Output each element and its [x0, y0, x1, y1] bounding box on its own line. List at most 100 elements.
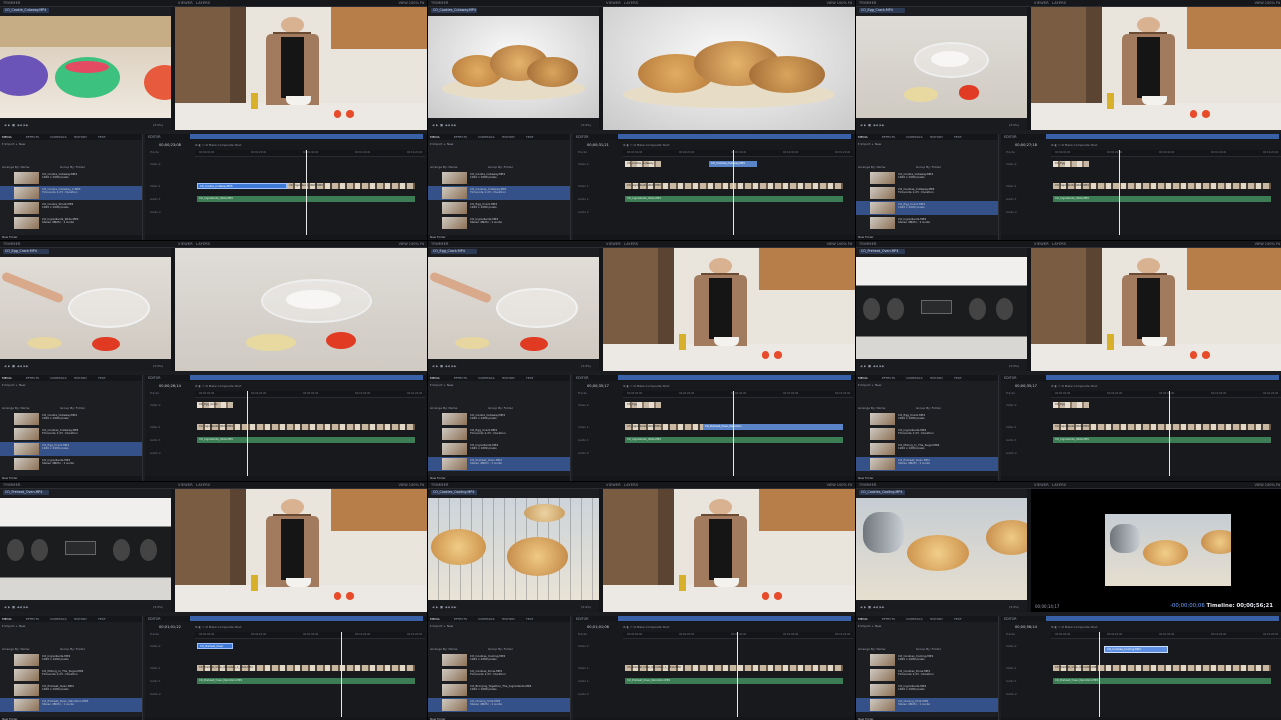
transport-controls[interactable]: ◀ ▶ ■ ◀◀ ▶▶: [860, 605, 885, 609]
media-tab-effects[interactable]: EFFECTS: [882, 617, 895, 621]
transport-controls[interactable]: ◀ ▶ ■ ◀◀ ▶▶: [432, 123, 457, 127]
media-list-item[interactable]: CO_Cookie_Cutaway.MP4 1920 x 1080 pixels: [856, 171, 998, 185]
media-tab-text[interactable]: TEXT: [98, 376, 106, 380]
media-tab-controls[interactable]: CONTROLS: [906, 135, 923, 139]
playhead[interactable]: [1119, 150, 1120, 238]
trimmer-clip-tab[interactable]: CO_Egg_Crack.MP4: [3, 249, 49, 254]
playhead[interactable]: [247, 391, 248, 479]
media-tab-controls[interactable]: CONTROLS: [478, 376, 495, 380]
media-tab-media[interactable]: MEDIA: [858, 617, 868, 621]
media-toolbar[interactable]: ▾ Import + New: [2, 383, 25, 387]
media-list-item[interactable]: CO_Cookies_Cutaway.MP4 Timecode 1:23 ; Du…: [0, 427, 142, 441]
media-tab-effects[interactable]: EFFECTS: [454, 617, 467, 621]
timeline-clip[interactable]: CO_Preheat_Oven_Narration_1_Wide.MP4: [197, 665, 415, 671]
media-list-item[interactable]: CO_Egg_Crack.MP4 Timecode 1:23 ; Duration: [428, 427, 570, 441]
media-tab-controls[interactable]: CONTROLS: [478, 617, 495, 621]
composite-shot-button[interactable]: ⚙ ◐ ✂ ⧉ Make Composite Shot: [623, 143, 669, 147]
trimmer-clip-tab[interactable]: CO_Cookies_Cutaway.MP4: [431, 8, 477, 13]
media-tab-history[interactable]: HISTORY: [930, 135, 943, 139]
media-toolbar[interactable]: ▾ Import + New: [430, 142, 453, 146]
group-by[interactable]: Group By: Folder: [488, 165, 513, 169]
transport-controls[interactable]: ◀ ▶ ■ ◀◀ ▶▶: [860, 123, 885, 127]
media-tab-media[interactable]: MEDIA: [2, 617, 12, 621]
timeline-ruler[interactable]: 00:00:00;00 00:00:20;00 00:00:40;00 00:01:0…: [195, 632, 425, 639]
timeline-clip[interactable]: CO_Cookie_Cutaway: [625, 161, 661, 167]
media-tab-history[interactable]: HISTORY: [930, 376, 943, 380]
media-tab-effects[interactable]: EFFECTS: [454, 135, 467, 139]
media-list-item[interactable]: CO_Egg_Crack.MP4 1920 x 1080 pixels: [856, 201, 998, 215]
group-by[interactable]: Group By: Folder: [916, 165, 941, 169]
viewer-menu[interactable]: VIEW 100% Fit: [827, 242, 852, 246]
transport-controls[interactable]: ◀ ▶ ■ ◀◀ ▶▶: [4, 123, 29, 127]
timeline-clip[interactable]: CO_Preheat_Oven_Narration: [703, 424, 843, 430]
group-by[interactable]: Group By: Folder: [916, 406, 941, 410]
media-tab-text[interactable]: TEXT: [526, 617, 534, 621]
playhead[interactable]: [733, 391, 734, 479]
media-list-item[interactable]: CO_Cookies_Cutaway.MP4 Timecode 1:23 ; Du…: [856, 186, 998, 200]
media-list-item[interactable]: CO_Cookies_Done.MP4 Timecode 1:23 ; Durat…: [428, 668, 570, 682]
media-list-item[interactable]: CO_Preheat_Oven_Narration.MP4 Stereo 48kH…: [0, 698, 142, 712]
transport-controls[interactable]: ◀ ▶ ■ ◀◀ ▶▶: [4, 605, 29, 609]
media-list-item[interactable]: CO_Ingredients.MP4 Stereo 48kHz ; 1 Audio: [0, 457, 142, 471]
timeline-clip[interactable]: CO_Ingredients_Wide.MP4: [625, 196, 843, 202]
media-tab-media[interactable]: MEDIA: [858, 376, 868, 380]
arrange-by[interactable]: Arrange By: Name: [858, 406, 885, 410]
viewer-menu[interactable]: VIEW 100% Fit: [827, 1, 852, 5]
composite-shot-button[interactable]: ⚙ ◐ ✂ ⧉ Make Composite Shot: [623, 625, 669, 629]
media-tab-controls[interactable]: CONTROLS: [50, 376, 67, 380]
media-list-item[interactable]: CO_Egg_Crack.MP4 1920 x 1080 pixels: [428, 201, 570, 215]
composite-shot-button[interactable]: ⚙ ◐ ✂ ⧉ Make Composite Shot: [195, 143, 241, 147]
media-tab-text[interactable]: TEXT: [954, 617, 962, 621]
media-list-item[interactable]: CO_Cookies_Done.MP4 Timecode 1:23 ; Durat…: [856, 668, 998, 682]
media-toolbar[interactable]: ▾ Import + New: [2, 624, 25, 628]
trimmer-clip-tab[interactable]: CO_Egg_Crack.MP4: [859, 8, 905, 13]
media-tab-media[interactable]: MEDIA: [2, 135, 12, 139]
media-list-item[interactable]: CO_Cookie_Shoot.MP4 1920 x 1080 pixels: [0, 201, 142, 215]
media-list-item[interactable]: CO_Egg_Crack.MP4 1920 x 1080 pixels: [0, 442, 142, 456]
timeline-clip[interactable]: CO_Ingredients_Wide.MP4: [1053, 183, 1271, 189]
timeline-clip[interactable]: CO_Egg: [1053, 402, 1089, 408]
viewer-menu[interactable]: VIEW 100% Fit: [399, 483, 424, 487]
media-list-item[interactable]: CO_Cookie_Cutaway.MP4 1920 x 1080 pixels: [428, 171, 570, 185]
media-list-item[interactable]: CO_Ingredients_Wide.MP4 Stereo 48kHz ; 1 …: [0, 216, 142, 230]
viewer-menu[interactable]: VIEW 100% Fit: [1255, 483, 1280, 487]
timeline-clip[interactable]: CO_Preheat_Oven: [197, 643, 233, 649]
timeline-ruler[interactable]: 00:00:00;00 00:00:20;00 00:00:40;00 00:01:0…: [1051, 150, 1281, 157]
timeline-clip[interactable]: CO_Ingredients_Wide.MP4: [625, 183, 843, 189]
media-toolbar[interactable]: ▾ Import + New: [430, 624, 453, 628]
timeline-clip[interactable]: CO_Egg: [625, 402, 661, 408]
media-tab-effects[interactable]: EFFECTS: [26, 135, 39, 139]
media-tab-history[interactable]: HISTORY: [930, 617, 943, 621]
media-tab-history[interactable]: HISTORY: [74, 376, 87, 380]
media-list-item[interactable]: CO_Preheat_Oven.MP4 Stereo 48kHz ; 1 Audi…: [856, 457, 998, 471]
trimmer-clip-tab[interactable]: CO_Preheat_Oven.MP4: [3, 490, 49, 495]
composite-shot-button[interactable]: ⚙ ◐ ✂ ⧉ Make Composite Shot: [1051, 625, 1097, 629]
arrange-by[interactable]: Arrange By: Name: [430, 165, 457, 169]
media-footer[interactable]: New Folder: [856, 235, 998, 240]
media-tab-text[interactable]: TEXT: [954, 376, 962, 380]
group-by[interactable]: Group By: Folder: [488, 647, 513, 651]
composite-shot-button[interactable]: ⚙ ◐ ✂ ⧉ Make Composite Shot: [1051, 384, 1097, 388]
media-tab-text[interactable]: TEXT: [526, 376, 534, 380]
timeline-clip[interactable]: CO_Preheat_Oven_Narration.MP4: [1053, 665, 1271, 671]
group-by[interactable]: Group By: Folder: [60, 647, 85, 651]
timeline-clip[interactable]: CO_Cookie_Cutaway.MP4: [197, 183, 287, 189]
timeline-clip[interactable]: CO_Preheat_Oven_Narration.MP4: [1053, 678, 1271, 684]
media-tab-media[interactable]: MEDIA: [430, 376, 440, 380]
trimmer-clip-tab[interactable]: CO_Cookies_Cooling.MP4: [431, 490, 477, 495]
transport-controls[interactable]: ◀ ▶ ■ ◀◀ ▶▶: [860, 364, 885, 368]
media-tab-text[interactable]: TEXT: [98, 135, 106, 139]
group-by[interactable]: Group By: Folder: [916, 647, 941, 651]
media-list-item[interactable]: CO_Mixing_In_The_Sugar.MP4 1920 x 1080 pi…: [856, 442, 998, 456]
media-list-item[interactable]: CO_Closing_Shot.MP4 Stereo 48kHz ; 1 Audi…: [856, 698, 998, 712]
media-tab-media[interactable]: MEDIA: [858, 135, 868, 139]
media-toolbar[interactable]: ▾ Import + New: [858, 142, 881, 146]
media-tab-text[interactable]: TEXT: [98, 617, 106, 621]
media-tab-text[interactable]: TEXT: [526, 135, 534, 139]
media-tab-media[interactable]: MEDIA: [2, 376, 12, 380]
playhead[interactable]: [1169, 391, 1170, 479]
composite-shot-button[interactable]: ⚙ ◐ ✂ ⧉ Make Composite Shot: [195, 384, 241, 388]
media-toolbar[interactable]: ▾ Import + New: [430, 383, 453, 387]
media-list-item[interactable]: CO_Ingredients.MP4 Stereo 48kHz ; 1 Audio: [856, 216, 998, 230]
composite-shot-button[interactable]: ⚙ ◐ ✂ ⧉ Make Composite Shot: [195, 625, 241, 629]
